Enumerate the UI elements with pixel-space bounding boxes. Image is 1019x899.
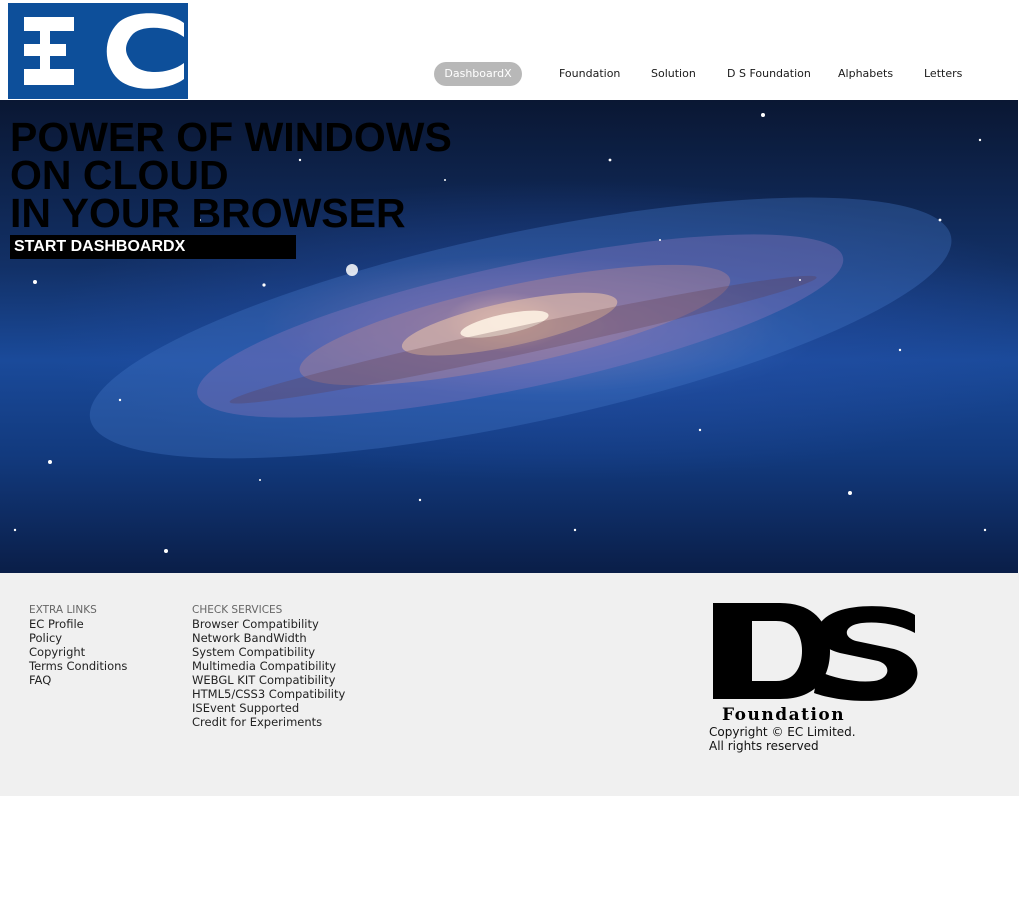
nav-alphabets[interactable]: Alphabets: [838, 62, 893, 86]
link-html5-css3-compatibility[interactable]: HTML5/CSS3 Compatibility: [192, 687, 345, 701]
ds-foundation-logo: Foundation: [713, 603, 918, 725]
link-credit-for-experiments[interactable]: Credit for Experiments: [192, 715, 345, 729]
nav-letters[interactable]: Letters: [924, 62, 962, 86]
nav-foundation[interactable]: Foundation: [559, 62, 620, 86]
site-header: EC DashboardX Foundation Solution D S Fo…: [0, 0, 1019, 100]
link-multimedia-compatibility[interactable]: Multimedia Compatibility: [192, 659, 345, 673]
link-policy[interactable]: Policy: [29, 631, 127, 645]
nav-dashboardx[interactable]: DashboardX: [434, 62, 522, 86]
check-services-heading: CHECK SERVICES: [192, 604, 283, 616]
copyright-line-1: Copyright © EC Limited.: [709, 725, 856, 739]
hero-line-1: POWER OF WINDOWS: [10, 114, 452, 160]
link-ec-profile[interactable]: EC Profile: [29, 617, 127, 631]
nav-ds-foundation[interactable]: D S Foundation: [727, 62, 811, 86]
site-footer: EXTRA LINKS EC Profile Policy Copyright …: [0, 573, 1019, 796]
extra-links-column: EXTRA LINKS EC Profile Policy Copyright …: [29, 603, 127, 687]
main-nav: DashboardX Foundation Solution D S Found…: [0, 62, 1019, 86]
link-browser-compatibility[interactable]: Browser Compatibility: [192, 617, 345, 631]
ds-foundation-word: Foundation: [722, 705, 845, 725]
link-faq[interactable]: FAQ: [29, 673, 127, 687]
extra-links-heading: EXTRA LINKS: [29, 604, 97, 616]
hero-line-2: ON CLOUD: [10, 152, 229, 198]
check-services-column: CHECK SERVICES Browser Compatibility Net…: [192, 603, 345, 729]
copyright-notice: Copyright © EC Limited. All rights reser…: [709, 725, 856, 753]
nav-solution[interactable]: Solution: [651, 62, 696, 86]
hero-line-3: IN YOUR BROWSER: [10, 190, 406, 236]
link-isevent-supported[interactable]: ISEvent Supported: [192, 701, 345, 715]
link-network-bandwidth[interactable]: Network BandWidth: [192, 631, 345, 645]
link-system-compatibility[interactable]: System Compatibility: [192, 645, 345, 659]
start-dashboardx-button[interactable]: START DASHBOARDX: [10, 235, 296, 259]
link-copyright[interactable]: Copyright: [29, 645, 127, 659]
link-webgl-kit-compatibility[interactable]: WEBGL KIT Compatibility: [192, 673, 345, 687]
copyright-line-2: All rights reserved: [709, 739, 819, 753]
hero-headline: POWER OF WINDOWS ON CLOUD IN YOUR BROWSE…: [10, 114, 452, 236]
link-terms-conditions[interactable]: Terms Conditions: [29, 659, 127, 673]
hero-banner: POWER OF WINDOWS ON CLOUD IN YOUR BROWSE…: [0, 100, 1018, 573]
